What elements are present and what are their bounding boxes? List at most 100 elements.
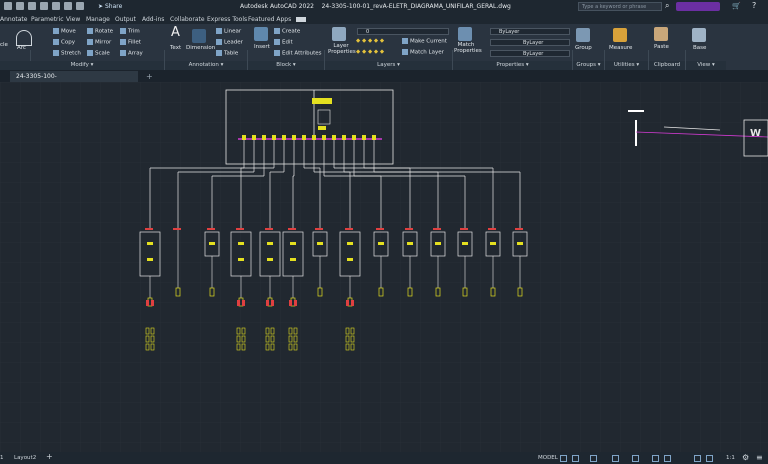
layer-dropdown[interactable]: 0 [357, 28, 449, 35]
table-label: Table [224, 50, 239, 57]
annotation-visibility-icon[interactable] [694, 455, 701, 462]
cart-icon[interactable]: 🛒 [732, 2, 741, 10]
plot-icon[interactable] [52, 2, 60, 10]
snap-toggle-icon[interactable] [572, 455, 579, 462]
scale-button[interactable]: Scale [87, 50, 110, 57]
linetype-value: ByLayer [523, 40, 544, 46]
table-button[interactable]: Table [216, 50, 238, 57]
help-icon[interactable]: ? [752, 1, 756, 10]
measure-button[interactable]: Measure [609, 45, 632, 51]
dimension-button[interactable]: Dimension [186, 45, 215, 51]
customize-icon[interactable]: ≡ [756, 453, 763, 462]
dimension-icon [192, 29, 206, 43]
layer-tools-row1[interactable]: ◆ ◆ ◆ ◆ ◆ [356, 38, 384, 44]
stretch-button[interactable]: Stretch [53, 50, 81, 57]
base-button[interactable]: Base [693, 45, 706, 51]
settings-icon[interactable]: ⚙ [742, 453, 749, 462]
new-icon[interactable] [4, 2, 12, 10]
linear-button[interactable]: Linear [216, 28, 241, 35]
properties-panel-title[interactable]: Properties ▾ [453, 61, 572, 70]
rotate-button[interactable]: Rotate [87, 28, 113, 35]
model-space-button[interactable]: MODEL [538, 455, 558, 461]
new-tab-icon[interactable]: + [146, 72, 153, 81]
fillet-button[interactable]: Fillet [120, 39, 141, 46]
group-button[interactable]: Group [575, 45, 592, 51]
drawing-canvas[interactable]: W [0, 82, 768, 452]
open-icon[interactable] [16, 2, 24, 10]
tab-annotate[interactable]: Annotate [0, 16, 27, 23]
save-icon[interactable] [28, 2, 36, 10]
insert-button[interactable]: Insert [254, 44, 270, 50]
lineweight-dropdown[interactable]: ByLayer [490, 50, 570, 57]
share-button[interactable]: ➤ Share [98, 3, 122, 10]
mirror-button[interactable]: Mirror [87, 39, 111, 46]
circle-tool[interactable]: cle [0, 42, 8, 48]
tab-parametric[interactable]: Parametric [31, 16, 64, 23]
file-title: 24-3305-100-01_revA-ELETR_DIAGRAMA_UNIFI… [321, 3, 511, 10]
document-tab[interactable]: 24-3305-100-01_rev...A_UNIFILAR_GERAL* × [10, 71, 138, 91]
lineweight-toggle-icon[interactable] [664, 455, 671, 462]
move-button[interactable]: Move [53, 28, 76, 35]
tab-manage[interactable]: Manage [86, 16, 110, 23]
layer-properties-button[interactable]: Layer Properties [328, 43, 356, 55]
annotation-scale[interactable]: 1:1 [726, 455, 735, 461]
busbar-tap [302, 135, 306, 140]
tab-add-ins[interactable]: Add-ins [142, 16, 164, 23]
annotation-panel-title[interactable]: Annotation ▾ [165, 61, 247, 70]
text-button[interactable]: Text [170, 45, 181, 51]
tab-express-tools[interactable]: Express Tools [207, 16, 247, 23]
paste-button[interactable]: Paste [654, 44, 669, 50]
layout-tab-2[interactable]: Layout2 [14, 455, 36, 461]
search-input[interactable]: Type a keyword or phrase [578, 2, 662, 11]
tab-output[interactable]: Output [115, 16, 136, 23]
arc-label: Arc [17, 45, 26, 51]
osnap-toggle-icon[interactable] [632, 455, 639, 462]
block-panel-title[interactable]: Block ▾ [248, 61, 324, 70]
match-layer-button[interactable]: Match Layer [402, 49, 444, 56]
polar-toggle-icon[interactable] [612, 455, 619, 462]
tab-featured-apps[interactable]: Featured Apps [248, 16, 291, 23]
groups-panel-title[interactable]: Groups ▾ [573, 61, 604, 70]
clipboard-panel-title[interactable]: Clipboard [649, 61, 685, 70]
create-block-button[interactable]: Create [274, 28, 300, 35]
leader-button[interactable]: Leader [216, 39, 243, 46]
layout-tab-1[interactable]: 1 [0, 455, 4, 461]
layers-panel-title[interactable]: Layers ▾ [325, 61, 452, 70]
copy-button[interactable]: Copy [53, 39, 75, 46]
tab-collaborate[interactable]: Collaborate [170, 16, 205, 23]
search-icon[interactable]: ⌕ [665, 1, 669, 11]
modify-panel-label: Modify [70, 62, 89, 68]
linetype-dropdown[interactable]: ByLayer [490, 39, 570, 46]
ortho-toggle-icon[interactable] [590, 455, 597, 462]
undo-icon[interactable] [64, 2, 72, 10]
otrack-toggle-icon[interactable] [652, 455, 659, 462]
layer-value: 0 [366, 29, 370, 35]
grid-toggle-icon[interactable] [560, 455, 567, 462]
outlet-symbol [237, 300, 240, 306]
view-panel-title[interactable]: View ▾ [686, 61, 726, 70]
color-dropdown[interactable]: ByLayer [490, 28, 570, 35]
title-bar: ➤ Share Autodesk AutoCAD 2022 24-3305-10… [0, 0, 768, 14]
arc-tool[interactable]: Arc [17, 45, 26, 51]
match-properties-button[interactable]: Match Properties [454, 42, 482, 54]
tab-view[interactable]: View [66, 16, 80, 23]
auto-scale-icon[interactable] [706, 455, 713, 462]
utilities-panel-label: Utilities [613, 62, 635, 68]
tab-overflow-icon[interactable] [296, 17, 306, 22]
busbar-tap [312, 135, 316, 140]
array-button[interactable]: Array [120, 50, 143, 57]
utilities-panel-title[interactable]: Utilities ▾ [605, 61, 648, 70]
view-panel-label: View [697, 62, 711, 68]
make-current-button[interactable]: Make Current [402, 38, 447, 45]
modify-panel-title[interactable]: Modify ▾ [0, 61, 164, 70]
user-account-button[interactable] [676, 2, 720, 11]
redo-icon[interactable] [76, 2, 84, 10]
feeder-breaker [433, 228, 441, 230]
layer-tools-row2[interactable]: ◆ ◆ ◆ ◆ ◆ [356, 49, 384, 55]
edit-block-button[interactable]: Edit [274, 39, 293, 46]
trim-button[interactable]: Trim [120, 28, 140, 35]
edit-attributes-button[interactable]: Edit Attributes [274, 50, 322, 57]
create-block-icon [274, 28, 280, 34]
save-as-icon[interactable] [40, 2, 48, 10]
add-layout-icon[interactable]: + [46, 452, 53, 461]
